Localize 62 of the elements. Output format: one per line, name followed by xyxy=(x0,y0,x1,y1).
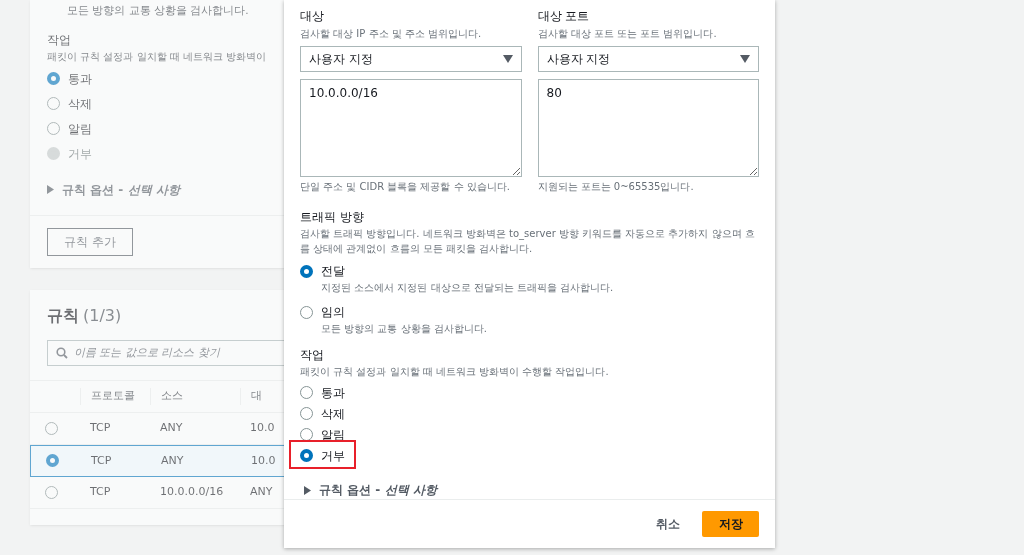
radio-button[interactable] xyxy=(47,122,60,136)
column-header: 대 xyxy=(240,388,262,405)
field-label: 대상 포트 xyxy=(537,8,591,25)
radio-label: 거부 xyxy=(321,447,345,465)
radio-label: 삭제 xyxy=(321,405,345,423)
action-description: 패킷이 규칙 설정과 일치할 때 네트워크 방화벽이 xyxy=(47,49,268,64)
option-description: 지정된 소스에서 지정된 대상으로 전달되는 트래픽을 검사합니다. xyxy=(320,281,615,295)
section-description: 패킷이 규칙 설정과 일치할 때 네트워크 방화벽이 수행할 작업입니다. xyxy=(300,365,610,379)
table-cell-text: 10.0.0.0/16 xyxy=(159,484,225,500)
field-label: 대상 xyxy=(300,8,325,25)
radio-button[interactable] xyxy=(300,264,313,278)
section-label: 트래픽 방향 xyxy=(300,209,365,226)
radio-label: 알림 xyxy=(68,120,92,138)
caret-icon xyxy=(502,55,513,63)
section-label: 작업 xyxy=(300,347,325,364)
column-header: 프로토콜 xyxy=(80,388,150,405)
radio-label: 전달 xyxy=(321,263,345,280)
radio-button[interactable] xyxy=(46,454,59,468)
table-cell-text: TCP xyxy=(89,420,112,436)
field-hint: 단일 주소 및 CIDR 블록을 제공할 수 있습니다. xyxy=(300,180,511,194)
expand-section-toggle[interactable]: 규칙 옵션 - 선택 사항 xyxy=(319,481,437,499)
table-cell-text: TCP xyxy=(90,452,113,469)
field-description: 검사할 대상 포트 또는 포트 범위입니다. xyxy=(537,27,718,41)
rules-count: (1/3) xyxy=(83,304,122,327)
text-area[interactable]: 10.0.0.0/16 xyxy=(300,79,522,177)
column-header: 소스 xyxy=(150,388,240,405)
radio-button[interactable] xyxy=(300,386,313,399)
radio-button[interactable] xyxy=(47,72,60,86)
radio-button[interactable] xyxy=(47,97,60,111)
radio-button[interactable] xyxy=(300,305,313,319)
radio-label: 삭제 xyxy=(68,95,92,113)
radio-label: 거부 xyxy=(68,145,92,163)
table-cell-text: 10.0 xyxy=(250,452,276,469)
save-button[interactable]: 저장 xyxy=(702,511,759,537)
field-hint: 지원되는 포트는 0~65535입니다. xyxy=(537,180,695,194)
radio-button[interactable] xyxy=(45,421,58,435)
table-cell-text: ANY xyxy=(249,484,273,500)
radio-label: 통과 xyxy=(321,384,345,402)
radio-label: 알림 xyxy=(321,426,345,444)
radio-label: 임의 xyxy=(321,304,345,321)
table-cell-text: TCP xyxy=(89,484,112,500)
action-label: 작업 xyxy=(47,31,72,49)
cancel-button[interactable]: 취소 xyxy=(656,515,680,533)
direction-description: 모든 방향의 교통 상황을 검사합니다. xyxy=(66,3,250,18)
radio-button[interactable] xyxy=(45,485,58,499)
section-description: 검사할 트래픽 방향입니다. 네트워크 방화벽은 to_server 방향 키워드를 자동으로 추가하지 않으며 흐름 상태에 관계없이 흐름의 모든 패킷을 검사합니다. xyxy=(300,227,756,256)
radio-button[interactable] xyxy=(300,449,313,462)
field-description: 검사할 대상 IP 주소 및 주소 범위입니다. xyxy=(300,27,483,41)
table-cell-text: ANY xyxy=(159,420,184,436)
expand-triangle-icon xyxy=(304,485,311,495)
table-cell-text: 10.0 xyxy=(249,420,275,436)
text-area[interactable]: 80 xyxy=(537,79,759,177)
radio-button[interactable] xyxy=(300,407,313,420)
radio-label: 통과 xyxy=(68,70,92,88)
select-dropdown[interactable]: 사용자 지정 xyxy=(300,46,522,72)
search-icon xyxy=(56,346,68,359)
rules-title: 규칙 xyxy=(47,304,79,327)
caret-icon xyxy=(740,55,750,63)
table-cell-text: ANY xyxy=(160,452,185,469)
option-description: 모든 방향의 교통 상황을 검사합니다. xyxy=(320,322,488,336)
select-dropdown[interactable]: 사용자 지정 xyxy=(537,46,759,72)
expand-triangle-icon xyxy=(47,185,54,195)
